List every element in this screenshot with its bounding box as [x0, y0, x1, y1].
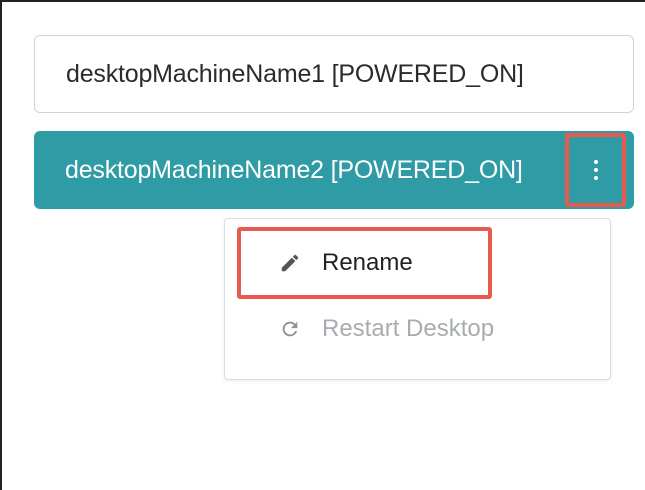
menu-item-restart-desktop[interactable]: Restart Desktop — [277, 315, 494, 343]
more-actions-button[interactable] — [565, 133, 626, 207]
menu-item-label: Restart Desktop — [322, 315, 495, 342]
more-vertical-icon — [593, 160, 598, 180]
machine-list-item-1[interactable]: desktopMachineName1 [POWERED_ON] — [34, 35, 634, 113]
machine-list-item-2[interactable]: desktopMachineName2 [POWERED_ON] — [34, 131, 634, 209]
refresh-icon — [277, 316, 303, 342]
machine-list-item-label: desktopMachineName2 [POWERED_ON] — [65, 155, 523, 184]
rename-highlight-annotation — [237, 227, 492, 299]
machine-list-item-label: desktopMachineName1 [POWERED_ON] — [66, 59, 524, 88]
